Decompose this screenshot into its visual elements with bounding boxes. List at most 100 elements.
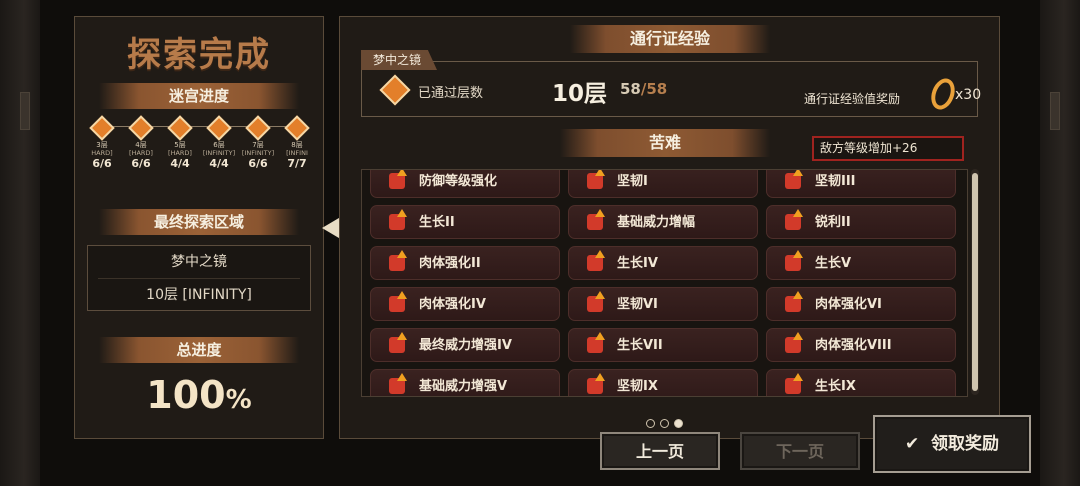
hardship-card[interactable]: 生长IV [568, 246, 758, 280]
hardship-buff-icon [785, 209, 803, 230]
page-indicator [646, 413, 688, 432]
maze-node-diamond-icon [284, 115, 310, 141]
hardship-buff-icon [389, 209, 407, 230]
floor-diamond-icon [379, 74, 411, 106]
maze-node-difficulty: [HARD] [168, 149, 192, 157]
hardship-buff-icon [389, 170, 407, 189]
hardship-list[interactable]: 防御等级强化 坚韧I 坚韧III 生长II 基础威力增幅 锐利II 肉体强化II 生长IV 生长… [361, 169, 968, 397]
hardship-buff-icon [587, 250, 605, 271]
total-progress-unit: % [225, 385, 252, 415]
hardship-buff-icon [389, 291, 407, 312]
hardship-buff-icon [587, 332, 605, 353]
hardship-label: 生长II [419, 215, 455, 230]
hardship-card[interactable]: 防御等级强化 [370, 170, 560, 198]
hardship-card[interactable]: 锐利II [766, 205, 956, 239]
hardship-card[interactable]: 坚韧III [766, 170, 956, 198]
hardship-buff-icon [785, 373, 803, 394]
hardship-label: 肉体强化II [419, 256, 481, 271]
maze-node-level: 7层 [252, 141, 264, 149]
maze-node-count: 6/6 [131, 157, 151, 170]
hardship-label: 基础威力增幅 [617, 215, 696, 230]
maze-node-diamond-icon [128, 115, 154, 141]
maze-node-level: 3层 [96, 141, 108, 149]
maze-node-count: 4/4 [209, 157, 229, 170]
final-area-name: 梦中之镜 [171, 254, 227, 270]
maze-node: 5层 [HARD] 4/4 [163, 115, 197, 170]
maze-node-diamond-icon [89, 115, 115, 141]
hardship-card[interactable]: 肉体强化II [370, 246, 560, 280]
maze-node-level: 5层 [174, 141, 186, 149]
hardship-card[interactable]: 生长VII [568, 328, 758, 362]
hardship-label: 生长IV [617, 256, 658, 271]
maze-node: 4层 [HARD] 6/6 [124, 115, 158, 170]
maze-node: 8层 [INFINI 7/7 [280, 115, 314, 170]
total-progress-value: 100% [75, 373, 323, 417]
hardship-label: 坚韧III [815, 174, 856, 189]
hardship-label: 坚韧VI [617, 297, 658, 312]
scrollbar-thumb[interactable] [972, 173, 978, 391]
left-frame-edge [0, 0, 40, 486]
dream-tag: 梦中之镜 [361, 50, 438, 70]
hardship-card[interactable]: 坚韧VI [568, 287, 758, 321]
ratio-total: /58 [640, 80, 668, 98]
hardship-card[interactable]: 基础威力增强V [370, 369, 560, 396]
enemy-level-note: 敌方等级增加+26 [812, 136, 964, 161]
hardship-card[interactable]: 生长IX [766, 369, 956, 396]
hardship-card[interactable]: 肉体强化VIII [766, 328, 956, 362]
hardship-buff-icon [389, 250, 407, 271]
hardship-label: 锐利II [815, 215, 851, 230]
hardship-card[interactable]: 坚韧IX [568, 369, 758, 396]
ratio-current: 58 [620, 80, 641, 98]
hardship-card[interactable]: 肉体强化VI [766, 287, 956, 321]
next-page-button[interactable]: 下一页 [740, 432, 860, 470]
frame-knob [1050, 92, 1060, 130]
hardship-label: 肉体强化VI [815, 297, 882, 312]
final-area-box: 梦中之镜 10层 [INFINITY] [87, 245, 311, 311]
hardship-card[interactable]: 生长II [370, 205, 560, 239]
maze-progress-track: 3层 HARD] 6/6 4层 [HARD] 6/6 5层 [HARD] 4/4 6层 [INFIN… [89, 115, 310, 177]
frame-knob [20, 92, 30, 130]
page-dot[interactable] [674, 419, 683, 428]
exp-reward-value: x30 [955, 87, 982, 103]
page-dot[interactable] [646, 419, 655, 428]
hardship-card[interactable]: 肉体强化IV [370, 287, 560, 321]
floor-summary-box: 梦中之镜 已通过层数 10层 58/58 通行证经验值奖励 x30 [361, 50, 982, 117]
hardship-card[interactable]: 基础威力增幅 [568, 205, 758, 239]
hardship-label: 最终威力增强IV [419, 338, 512, 353]
maze-node-difficulty: [INFINITY] [202, 149, 236, 157]
hardship-card[interactable]: 生长V [766, 246, 956, 280]
floors-value: 10层 [552, 81, 608, 107]
maze-node-difficulty: HARD] [91, 149, 113, 157]
hardship-card[interactable]: 坚韧I [568, 170, 758, 198]
hardship-label: 肉体强化VIII [815, 338, 892, 353]
hardship-label: 坚韧IX [617, 379, 658, 394]
prev-page-button[interactable]: 上一页 [600, 432, 720, 470]
hardship-label: 防御等级强化 [419, 174, 498, 189]
final-area-floor: 10层 [INFINITY] [146, 287, 252, 303]
check-icon: ✔ [904, 434, 920, 454]
total-progress-banner: 总进度 [99, 337, 299, 363]
hardship-scrollbar[interactable] [971, 169, 979, 395]
exp-reward-label: 通行证经验值奖励 [804, 92, 901, 106]
hardship-label: 生长IX [815, 379, 856, 394]
page-dot[interactable] [660, 419, 669, 428]
hardship-card[interactable]: 最终威力增强IV [370, 328, 560, 362]
exploration-summary-panel: 探索完成 迷宫进度 3层 HARD] 6/6 4层 [HARD] 6/6 5层 [HARD] 4… [74, 16, 324, 439]
exploration-complete-title: 探索完成 [127, 35, 271, 75]
claim-reward-label: 领取奖励 [931, 434, 1000, 454]
maze-node: 3层 HARD] 6/6 [85, 115, 119, 170]
hardship-buff-icon [785, 291, 803, 312]
maze-node-diamond-icon [245, 115, 271, 141]
hardship-buff-icon [389, 373, 407, 394]
hardship-label: 坚韧I [617, 174, 648, 189]
maze-node-difficulty: [INFINI [286, 149, 308, 157]
hardship-label: 肉体强化IV [419, 297, 486, 312]
maze-node-diamond-icon [167, 115, 193, 141]
maze-node-count: 7/7 [287, 157, 307, 170]
maze-progress-banner: 迷宫进度 [99, 83, 299, 109]
claim-reward-button[interactable]: ✔ 领取奖励 [873, 415, 1031, 473]
total-progress-number: 100 [146, 373, 226, 417]
passed-floors-label: 已通过层数 [418, 86, 484, 101]
right-frame-edge [1040, 0, 1080, 486]
hardship-label: 基础威力增强V [419, 379, 508, 394]
